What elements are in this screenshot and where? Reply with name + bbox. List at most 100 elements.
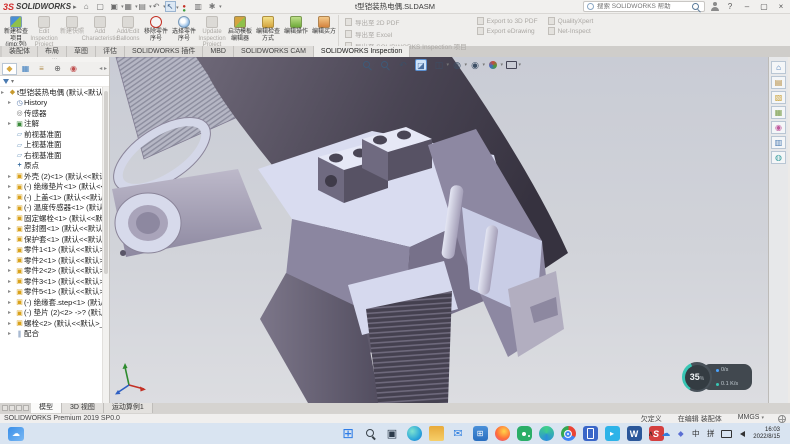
export-button[interactable]: 导出至 2D PDF (345, 17, 467, 27)
expand-arrow-icon[interactable] (8, 299, 15, 306)
nav-square[interactable] (9, 405, 15, 411)
tree-item[interactable]: 零件1<1> (默认<<默认>_显示状态 (0, 245, 109, 256)
tree-item[interactable]: 传感器 (0, 108, 109, 119)
ribbon-tab[interactable]: SOLIDWORKS 插件 (125, 46, 203, 57)
taskbar-app-icon[interactable] (561, 426, 576, 441)
quick-access-icon[interactable] (95, 1, 106, 12)
heads-up-icon[interactable] (379, 59, 391, 71)
tree-item[interactable]: (-) 上盖<1> (默认<<默认>_显示状 (0, 192, 109, 203)
taskbar-app-icon[interactable] (451, 426, 466, 441)
status-item[interactable]: 欠定义 (641, 414, 664, 424)
ribbon-button[interactable]: 启动模板编辑器 (226, 15, 254, 46)
3d-model[interactable] (110, 57, 768, 403)
ribbon-tab[interactable]: 装配体 (2, 46, 38, 57)
tree-item[interactable]: (-) 绝缘套.step<1> (默认<<默认> (0, 297, 109, 308)
status-item[interactable]: 在编辑 装配体 (678, 414, 724, 424)
task-pane-tab[interactable] (771, 151, 786, 164)
expand-arrow-icon[interactable] (8, 215, 15, 222)
taskbar-app-icon[interactable] (627, 426, 642, 441)
ribbon-button[interactable]: Add Characteristic (86, 15, 114, 46)
status-item[interactable]: MMGS▾ (738, 414, 764, 424)
panel-tab-scroll-arrows[interactable]: ◂ ▸ (99, 65, 107, 72)
expand-arrow-icon[interactable] (8, 330, 15, 337)
search-icon[interactable] (691, 2, 701, 12)
tree-item[interactable]: 螺栓<2> (默认<<默认>_显示状态 (0, 318, 109, 329)
zoom-dial[interactable]: 35 % (682, 362, 712, 392)
panel-scrollbar-thumb[interactable] (104, 91, 108, 274)
expand-arrow-icon[interactable] (8, 236, 15, 243)
expand-arrow-icon[interactable] (8, 120, 15, 127)
tray-icon[interactable] (646, 428, 655, 439)
nav-square[interactable] (2, 405, 8, 411)
quick-access-icon[interactable] (151, 1, 162, 12)
tree-item[interactable]: 右视基准面 (0, 150, 109, 161)
nav-square[interactable] (16, 405, 22, 411)
export-button[interactable]: Net-Inspect (548, 27, 594, 35)
expand-arrow-icon[interactable] (8, 194, 15, 201)
export-button[interactable]: 导出至 Excel (345, 29, 467, 39)
panel-tab-icon[interactable] (34, 63, 49, 75)
expand-arrow-icon[interactable] (8, 267, 15, 274)
tree-item[interactable]: 注解 (0, 119, 109, 130)
heads-up-icon[interactable] (505, 59, 517, 71)
tree-item[interactable]: 配合 (0, 329, 109, 340)
export-button[interactable]: Export to 3D PDF (477, 17, 538, 25)
view-tab[interactable]: 模型 (31, 403, 62, 413)
expand-arrow-icon[interactable] (8, 173, 15, 180)
ribbon-button[interactable]: Update Inspection Project (198, 15, 226, 46)
tree-item[interactable]: 零件2<1> (默认<<默认>_显示状态 (0, 255, 109, 266)
tree-item[interactable]: 外壳 (2)<1> (默认<<默认>_显示状 (0, 171, 109, 182)
tray-icon[interactable] (676, 428, 685, 439)
ribbon-tab[interactable]: 草图 (67, 46, 96, 57)
heads-up-icon[interactable] (469, 59, 481, 71)
view-tab-nav[interactable] (0, 403, 31, 413)
menu-flyout-icon[interactable]: ▸ (73, 3, 77, 11)
expand-arrow-icon[interactable] (8, 278, 15, 285)
globe-icon[interactable] (778, 415, 786, 423)
tree-item[interactable]: 前视基准面 (0, 129, 109, 140)
help-button[interactable]: ? (724, 2, 736, 11)
search-box[interactable] (583, 1, 705, 12)
taskbar-app-icon[interactable] (385, 426, 400, 441)
ribbon-button[interactable]: Edit Inspection Project (30, 15, 58, 46)
tree-item[interactable]: (-) 温度传感器<1> (默认<<默认>_ (0, 203, 109, 214)
expand-arrow-icon[interactable] (1, 89, 8, 96)
heads-up-icon[interactable] (433, 59, 445, 71)
export-button[interactable]: Export eDrawing (477, 27, 538, 35)
minimize-button[interactable]: – (741, 2, 753, 11)
ribbon-button[interactable]: 移除零件序号 (142, 15, 170, 46)
model-side-tube[interactable] (112, 169, 262, 257)
expand-arrow-icon[interactable] (8, 183, 15, 190)
taskbar-app-icon[interactable] (407, 426, 422, 441)
quick-access-icon[interactable] (137, 1, 148, 12)
ribbon-button[interactable]: 新建检查项目 (imp;列) (2, 15, 30, 46)
ribbon-tab[interactable]: SOLIDWORKS CAM (234, 46, 314, 57)
search-input[interactable] (597, 3, 688, 10)
expand-arrow-icon[interactable] (8, 99, 15, 106)
restore-button[interactable]: ▢ (758, 2, 770, 11)
ribbon-button[interactable]: 编辑操作 (282, 15, 310, 46)
quick-access-icon[interactable] (165, 1, 176, 12)
tree-item[interactable]: 零件3<1> (默认<<默认>_显示状态 (0, 276, 109, 287)
panel-tab-icon[interactable] (66, 63, 81, 75)
taskbar-app-icon[interactable] (583, 426, 598, 441)
quick-access-icon[interactable] (109, 1, 120, 12)
tree-item[interactable]: 原点 (0, 161, 109, 172)
panel-tab-icon[interactable] (2, 63, 17, 75)
tree-item[interactable]: History (0, 98, 109, 109)
quick-access-icon[interactable] (193, 1, 204, 12)
heads-up-icon[interactable] (397, 59, 409, 71)
tray-icon[interactable]: 拼 (706, 428, 715, 439)
zoom-indicator[interactable]: 0/s 0.1 K/s 35 % (682, 362, 754, 392)
taskbar-app-icon[interactable] (429, 426, 444, 441)
heads-up-icon[interactable] (487, 59, 499, 71)
task-pane-tab[interactable] (771, 61, 786, 74)
tray-icon[interactable] (738, 428, 747, 439)
ribbon-button[interactable]: 选择零件序号 (170, 15, 198, 46)
taskbar-app-icon[interactable] (341, 426, 356, 441)
search-scope-icon[interactable] (587, 3, 594, 10)
taskbar-app-icon[interactable] (517, 426, 532, 441)
tree-filter[interactable]: ▾ (0, 76, 109, 87)
expand-arrow-icon[interactable] (8, 204, 15, 211)
clock[interactable]: 16:03 2022/8/15 (753, 427, 786, 441)
